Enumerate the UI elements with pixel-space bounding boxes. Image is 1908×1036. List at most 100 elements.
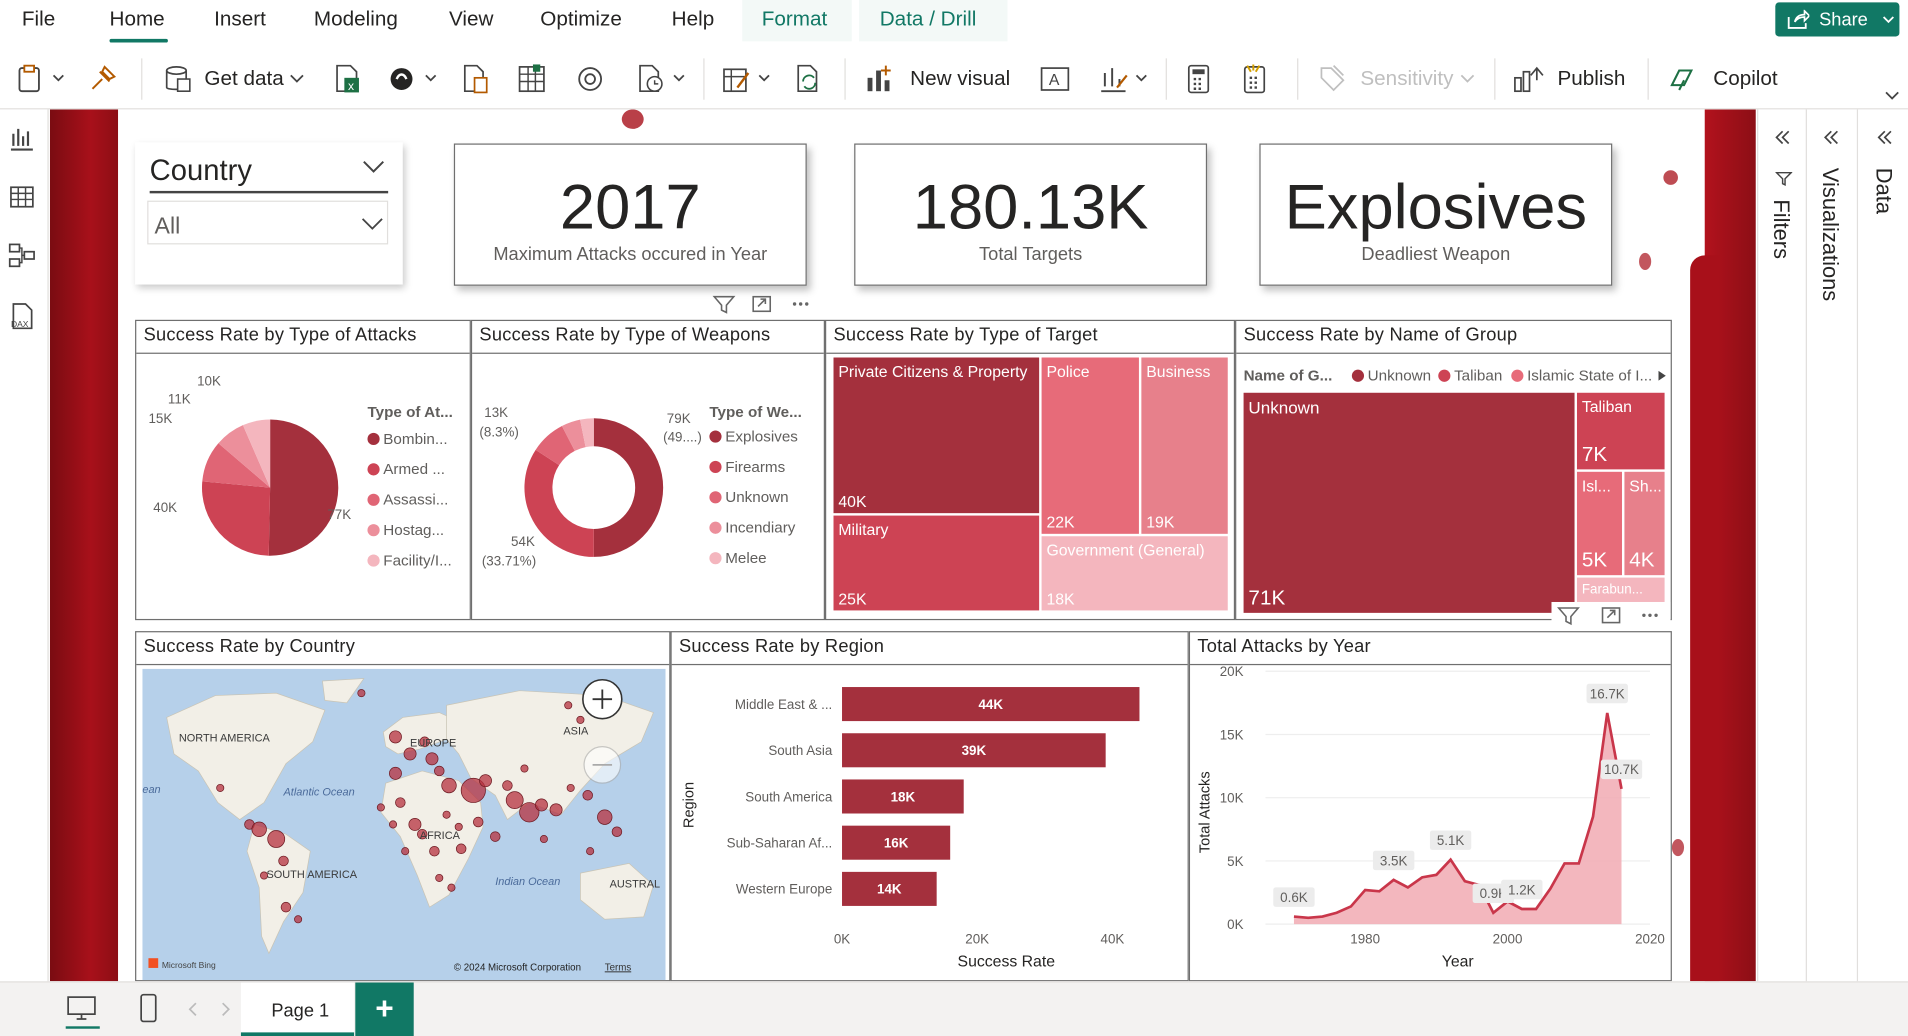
- map-bubble[interactable]: [447, 883, 456, 892]
- map-bubble[interactable]: [389, 766, 402, 780]
- treemap-cell[interactable]: Police 22K: [1041, 357, 1139, 534]
- terms-link[interactable]: Terms: [605, 962, 632, 973]
- zoom-in-button[interactable]: [582, 678, 623, 720]
- new-measure-button[interactable]: [1183, 63, 1217, 95]
- map-bubble[interactable]: [434, 765, 445, 777]
- map-bubble[interactable]: [395, 797, 406, 808]
- map-bubble[interactable]: [490, 831, 501, 842]
- legend-item[interactable]: Hostag...: [367, 522, 444, 539]
- map-bubble[interactable]: [216, 783, 225, 792]
- enter-data-button[interactable]: [516, 63, 550, 95]
- more-options-icon[interactable]: [1642, 613, 1658, 617]
- map-bubble[interactable]: [278, 855, 289, 867]
- onelake-button[interactable]: [387, 63, 443, 95]
- recent-sources-button[interactable]: [635, 63, 691, 95]
- focus-mode-icon[interactable]: [752, 295, 772, 313]
- share-button[interactable]: Share: [1775, 2, 1900, 37]
- legend-item[interactable]: Armed ...: [367, 461, 445, 478]
- map-bubble[interactable]: [455, 843, 467, 854]
- map-bubble[interactable]: [479, 774, 492, 788]
- group-treemap-visual[interactable]: Success Rate by Name of Group Name of G.…: [1235, 319, 1672, 621]
- legend-item[interactable]: Facility/I...: [367, 552, 452, 569]
- treemap-cell[interactable]: Isl... 5K: [1576, 471, 1622, 576]
- more-options-icon[interactable]: [792, 302, 809, 306]
- country-map-visual[interactable]: Success Rate by Country NORTH AMERICA EU…: [135, 631, 671, 982]
- map-bubble[interactable]: [280, 901, 292, 913]
- collapse-ribbon-icon[interactable]: [1884, 90, 1901, 102]
- table-view-icon[interactable]: [7, 182, 36, 211]
- treemap-cell[interactable]: Government (General) 18K: [1041, 536, 1228, 611]
- map-bubble[interactable]: [539, 835, 548, 844]
- filters-pane[interactable]: Filters: [1757, 109, 1806, 982]
- legend-item[interactable]: Explosives: [709, 428, 798, 445]
- chevron-left-icon[interactable]: [187, 1002, 199, 1017]
- copilot-button[interactable]: Copilot: [1667, 63, 1778, 95]
- zoom-out-button[interactable]: [583, 746, 622, 784]
- legend-item[interactable]: Assassi...: [367, 491, 448, 508]
- paste-button[interactable]: [17, 63, 66, 95]
- legend-item[interactable]: Melee: [709, 550, 767, 567]
- page-tab[interactable]: Page 1: [240, 982, 355, 1036]
- map-bubble[interactable]: [549, 803, 563, 817]
- world-map[interactable]: NORTH AMERICA EUROPE ASIA Atlantic Ocean…: [142, 668, 666, 981]
- quick-measure-button[interactable]: [1239, 63, 1273, 95]
- map-bubble[interactable]: [267, 830, 286, 848]
- map-bubble[interactable]: [597, 809, 613, 825]
- publish-button[interactable]: Publish: [1511, 63, 1625, 95]
- text-box-button[interactable]: A: [1039, 63, 1073, 95]
- pie-slice[interactable]: [268, 419, 339, 556]
- map-bubble[interactable]: [251, 821, 267, 837]
- menu-insert[interactable]: Insert: [214, 7, 266, 31]
- report-view-icon[interactable]: [7, 124, 36, 153]
- menu-optimize[interactable]: Optimize: [540, 7, 622, 31]
- slicer-dropdown[interactable]: All: [147, 200, 389, 245]
- legend-item[interactable]: Firearms: [709, 458, 785, 475]
- menu-format[interactable]: Format: [742, 0, 852, 42]
- map-bubble[interactable]: [502, 780, 513, 791]
- legend-item[interactable]: Taliban: [1438, 367, 1502, 384]
- expand-icon[interactable]: [1875, 129, 1894, 146]
- legend-item[interactable]: Incendiary: [709, 519, 795, 536]
- add-page-button[interactable]: +: [355, 982, 414, 1036]
- map-bubble[interactable]: [389, 820, 398, 829]
- sensitivity-button[interactable]: Sensitivity: [1317, 63, 1481, 95]
- excel-button[interactable]: x: [331, 63, 363, 95]
- map-bubble[interactable]: [389, 730, 402, 744]
- map-bubble[interactable]: [441, 777, 457, 794]
- map-bubble[interactable]: [376, 803, 385, 812]
- treemap-cell[interactable]: Taliban 7K: [1576, 392, 1665, 470]
- legend-item[interactable]: Unknown: [1351, 367, 1431, 384]
- pie-slice[interactable]: [593, 418, 664, 557]
- region-bar-visual[interactable]: Success Rate by Region 44K Middle East & …: [670, 631, 1189, 982]
- menu-home[interactable]: Home: [110, 7, 165, 31]
- chevron-right-icon[interactable]: [219, 1002, 231, 1017]
- map-bubble[interactable]: [586, 847, 595, 856]
- expand-icon[interactable]: [1773, 129, 1792, 146]
- map-bubble[interactable]: [566, 783, 575, 792]
- more-visuals-button[interactable]: [1098, 63, 1154, 95]
- year-area-visual[interactable]: Total Attacks by Year 0K 5K 10K 15K 20K 0.6K 3…: [1188, 631, 1672, 982]
- map-bubble[interactable]: [535, 798, 548, 812]
- expand-icon[interactable]: [1822, 129, 1841, 146]
- desktop-layout-icon[interactable]: [66, 995, 98, 1024]
- treemap-cell[interactable]: Unknown 71K: [1243, 392, 1575, 613]
- map-bubble[interactable]: [435, 873, 444, 882]
- map-bubble[interactable]: [442, 810, 451, 819]
- attack-types-pie-visual[interactable]: Success Rate by Type of Attacks 77K 40K 15…: [135, 319, 471, 621]
- dax-query-view-icon[interactable]: DAX: [7, 302, 36, 331]
- legend-item[interactable]: Unknown: [709, 489, 789, 506]
- chevron-down-icon[interactable]: [361, 159, 385, 174]
- dataflow-button[interactable]: [460, 63, 494, 95]
- pie-slice[interactable]: [201, 481, 271, 556]
- map-bubble[interactable]: [425, 752, 439, 766]
- dataverse-button[interactable]: [574, 63, 608, 95]
- map-bubble[interactable]: [472, 816, 484, 828]
- target-treemap-visual[interactable]: Success Rate by Type of Target Private C…: [824, 319, 1236, 621]
- menu-modeling[interactable]: Modeling: [314, 7, 398, 31]
- get-data-button[interactable]: Get data: [163, 63, 310, 95]
- map-bubble[interactable]: [294, 915, 303, 924]
- map-bubble[interactable]: [576, 715, 585, 724]
- data-pane[interactable]: Data: [1856, 109, 1908, 982]
- visualizations-pane[interactable]: Visualizations: [1805, 109, 1857, 982]
- new-visual-button[interactable]: New visual: [864, 63, 1010, 95]
